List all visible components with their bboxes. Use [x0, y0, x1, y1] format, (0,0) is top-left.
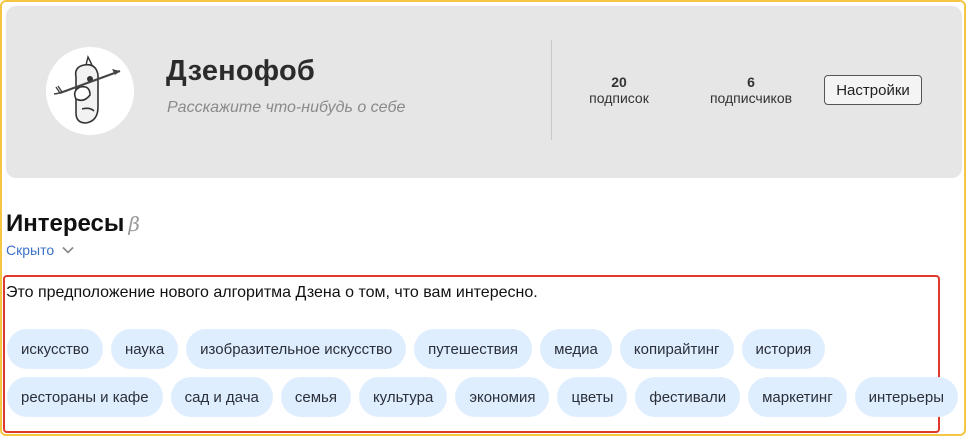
interest-tag[interactable]: путешествия	[414, 329, 533, 369]
interest-tag[interactable]: изобразительное искусство	[186, 329, 407, 369]
interest-tag[interactable]: цветы	[557, 377, 628, 417]
beta-mark: β	[128, 212, 140, 236]
tags-row-2: рестораны и кафе сад и дача семья культу…	[7, 377, 959, 417]
interest-tag[interactable]: рестораны и кафе	[7, 377, 163, 417]
divider	[551, 40, 552, 140]
profile-card: Дзенофоб Расскажите что-нибудь о себе 20…	[6, 6, 962, 178]
avatar[interactable]	[46, 47, 134, 135]
interest-tag[interactable]: сад и дача	[170, 377, 273, 417]
followers-stat[interactable]: 6 подписчиков	[706, 74, 796, 106]
interest-tag[interactable]: история	[741, 329, 826, 369]
interests-heading: Интересы β	[6, 210, 140, 238]
interest-tag[interactable]: медиа	[540, 329, 612, 369]
profile-about-placeholder[interactable]: Расскажите что-нибудь о себе	[167, 99, 405, 117]
interest-tag[interactable]: семья	[280, 377, 351, 417]
interest-tag[interactable]: интерьеры	[854, 377, 959, 417]
interest-tag[interactable]: маркетинг	[748, 377, 847, 417]
followers-count: 6	[747, 74, 755, 90]
visibility-dropdown[interactable]: Скрыто	[6, 242, 74, 258]
subscriptions-count: 20	[611, 74, 627, 90]
interest-tag[interactable]: наука	[110, 329, 179, 369]
interests-intro: Это предположение нового алгоритма Дзена…	[6, 284, 538, 301]
followers-label: подписчиков	[709, 90, 793, 106]
profile-name: Дзенофоб	[166, 55, 315, 87]
interest-tag[interactable]: фестивали	[635, 377, 741, 417]
interest-tag[interactable]: экономия	[455, 377, 550, 417]
interest-tag[interactable]: искусство	[7, 329, 103, 369]
visibility-label: Скрыто	[6, 242, 55, 258]
interest-tag[interactable]: культура	[358, 377, 448, 417]
chevron-down-icon	[62, 246, 74, 254]
interest-tag[interactable]: копирайтинг	[619, 329, 734, 369]
settings-button[interactable]: Настройки	[824, 75, 922, 105]
tags-row-1: искусство наука изобразительное искусств…	[7, 329, 826, 369]
interests-title: Интересы	[6, 210, 125, 237]
subscriptions-stat[interactable]: 20 подписок	[584, 74, 654, 106]
cartoon-face-arrow-icon	[46, 47, 134, 135]
subscriptions-label: подписок	[589, 90, 649, 106]
